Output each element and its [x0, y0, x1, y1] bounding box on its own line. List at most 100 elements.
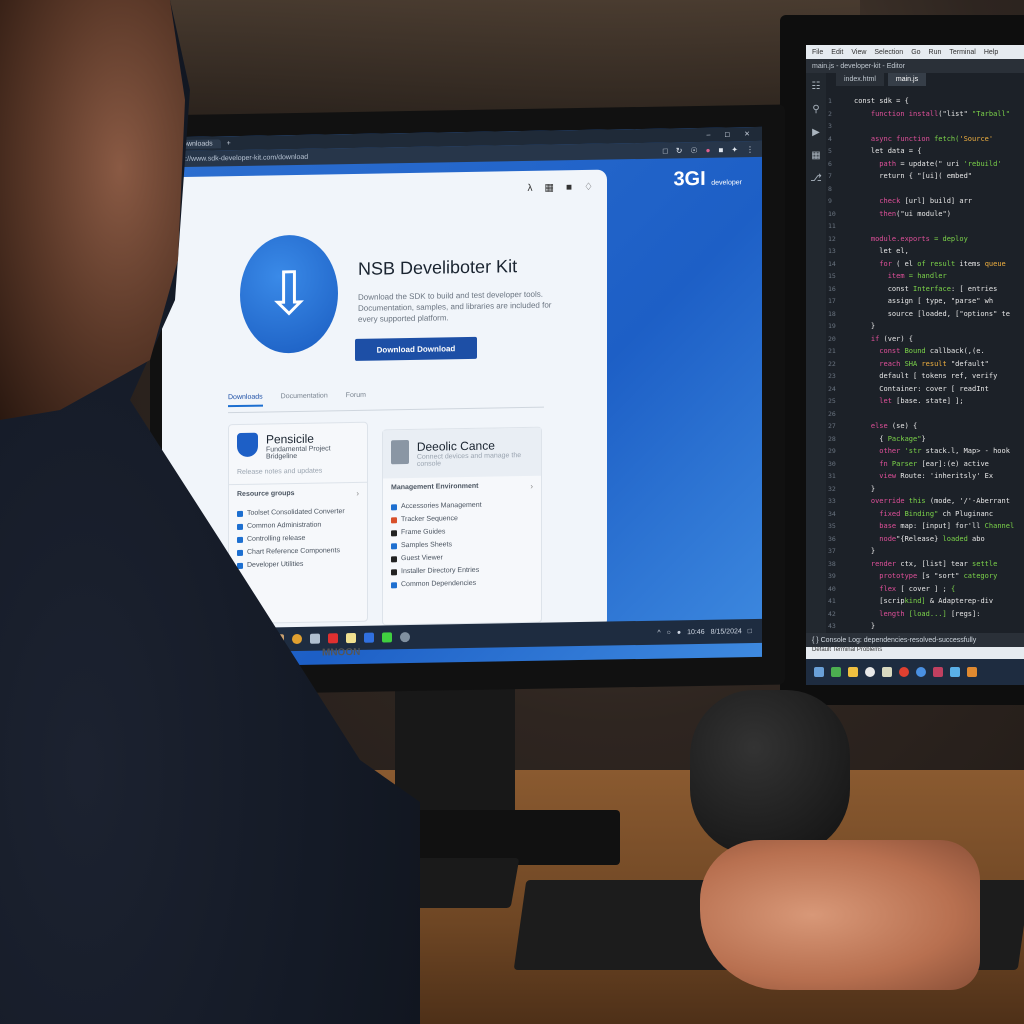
puzzle-icon[interactable]: ✦	[731, 145, 738, 154]
list-item-label: Tracker Sequence	[401, 515, 458, 524]
list-item[interactable]: Common Administration	[237, 521, 359, 530]
tray-volume-icon[interactable]: ●	[677, 629, 681, 636]
code-token: [s "sort"	[917, 572, 964, 580]
ide-menu-item[interactable]: Selection	[874, 49, 903, 56]
folder-icon[interactable]	[848, 667, 858, 677]
mail-icon[interactable]	[950, 667, 960, 677]
list-item[interactable]: Tracker Sequence	[391, 514, 533, 523]
person-icon[interactable]: λ	[528, 183, 533, 194]
phone-icon[interactable]	[364, 632, 374, 643]
location-icon[interactable]: ♢	[584, 182, 593, 193]
code-token: then	[854, 209, 897, 218]
chevron-right-icon[interactable]: ›	[356, 489, 359, 498]
run-icon[interactable]: ▶	[812, 127, 820, 138]
line-number: 39	[828, 572, 836, 580]
edge-icon[interactable]	[916, 667, 926, 677]
files-icon[interactable]	[967, 667, 977, 677]
window-controls[interactable]: – ◻ ✕	[707, 130, 756, 139]
line-number: 6	[828, 159, 832, 168]
bookmark-icon[interactable]: □	[663, 146, 668, 155]
browser-screen: Downloads + – ◻ ✕ https://www.sdk-develo…	[162, 126, 762, 668]
list-item[interactable]: Guest Viewer	[391, 553, 533, 562]
ide-menu-item[interactable]: Run	[929, 49, 942, 56]
list-item-label: Common Administration	[247, 521, 322, 530]
line-number: 27	[828, 422, 836, 430]
ide-menu-item[interactable]: View	[851, 49, 866, 56]
list-item[interactable]: Controlling release	[237, 534, 359, 543]
editor-tab-active[interactable]: main.js	[887, 73, 927, 86]
tray-date[interactable]: 8/15/2024	[711, 628, 742, 636]
chrome-icon[interactable]	[292, 633, 302, 645]
app-green-icon[interactable]	[382, 632, 392, 643]
list-item[interactable]: Frame Guides	[391, 527, 533, 536]
page-description: Download the SDK to build and test devel…	[358, 289, 552, 325]
ide-menu-item[interactable]: Edit	[831, 49, 843, 56]
source-control-icon[interactable]: ⎇	[810, 173, 822, 184]
ide-menu-item[interactable]: File	[812, 49, 823, 56]
list-item[interactable]: Accessories Management	[391, 501, 533, 510]
extension-icon[interactable]: ●	[706, 145, 711, 154]
code-line: render ctx, [list] tear settle	[854, 558, 1014, 571]
search-icon[interactable]: ⚲	[812, 104, 819, 115]
start-icon[interactable]	[814, 667, 824, 677]
settings-icon[interactable]	[310, 633, 320, 644]
code-line: { Package"}	[854, 433, 1014, 446]
tab-documentation[interactable]: Documentation	[281, 392, 328, 406]
ide-menu-item[interactable]: Help	[984, 49, 998, 56]
new-tab-icon[interactable]: +	[227, 140, 231, 147]
code-token: SHA	[900, 359, 922, 368]
list-item[interactable]: Toolset Consolidated Converter	[237, 508, 359, 517]
app-icon[interactable]	[831, 667, 841, 677]
ide-menu-item[interactable]: Terminal	[949, 49, 975, 56]
url-text[interactable]: https://www.sdk-developer-kit.com/downlo…	[170, 153, 308, 162]
chrome-icon[interactable]	[899, 667, 909, 677]
background-shelf	[160, 0, 860, 120]
shield-icon[interactable]	[400, 632, 410, 643]
list-item[interactable]: Chart Reference Components	[237, 547, 359, 556]
store-icon[interactable]	[933, 667, 943, 677]
notebook-icon[interactable]: ■	[566, 182, 572, 193]
code-area[interactable]: const sdk = { function install("list" "T…	[854, 95, 1014, 645]
code-line: fixed Binding" ch Pluginanc	[854, 508, 1014, 521]
code-token: ch Pluginanc	[938, 509, 994, 518]
chevron-right-icon[interactable]: ›	[530, 482, 533, 491]
line-number: 43	[828, 622, 836, 630]
browser-icon[interactable]	[865, 667, 875, 677]
tray-chevron-icon[interactable]: ^	[657, 629, 660, 636]
code-token: = deploy	[929, 234, 968, 243]
line-number: 33	[828, 497, 836, 505]
download-button[interactable]: Download Download	[355, 336, 477, 361]
card-deeolic[interactable]: Deeolic Cance Connect devices and manage…	[382, 426, 542, 626]
list-item[interactable]: Samples Sheets	[391, 540, 533, 549]
list-item[interactable]: Common Dependencies	[391, 579, 533, 588]
ide-panel-tabs[interactable]: Default Terminal Problems	[806, 647, 1024, 659]
calendar-icon[interactable]: ▦	[545, 182, 554, 193]
line-numbers: 1 2 3 4 5 6 7 8 9 10 11 12 13 14 15 16 17 18 19 20 21 22 23 24 2…	[828, 95, 848, 645]
shield-icon[interactable]: ☉	[690, 145, 697, 154]
page-title: NSB Develiboter Kit	[358, 256, 518, 279]
tray-network-icon[interactable]: ○	[667, 629, 671, 636]
list-item-icon	[237, 510, 243, 517]
explorer-icon[interactable]: ☷	[812, 81, 821, 92]
list-item[interactable]: Installer Directory Entries	[391, 566, 533, 575]
menu-icon[interactable]: ⋮	[746, 144, 754, 153]
notes-icon[interactable]	[346, 632, 356, 644]
profile-icon[interactable]: ■	[718, 145, 723, 154]
notes-icon[interactable]	[882, 667, 892, 677]
tray-time[interactable]: 10:46	[687, 628, 705, 635]
code-token: ctx, [list] tear	[896, 559, 973, 568]
code-token: if	[854, 334, 880, 343]
tab-downloads[interactable]: Downloads	[228, 393, 263, 408]
brand-logo: 3GI developer	[673, 167, 742, 191]
app-red-icon[interactable]	[328, 633, 338, 644]
editor-tabs: index.html main.js	[836, 73, 927, 86]
list-item[interactable]: Developer Utilities	[237, 560, 359, 569]
refresh-icon[interactable]: ↻	[676, 146, 683, 155]
tab-forum[interactable]: Forum	[346, 392, 366, 405]
extensions-icon[interactable]: ▦	[811, 150, 820, 161]
list-item-icon	[237, 536, 243, 543]
notification-icon[interactable]: □	[748, 628, 752, 635]
ide-menu-item[interactable]: Go	[911, 49, 920, 56]
editor-tab[interactable]: index.html	[836, 73, 884, 86]
